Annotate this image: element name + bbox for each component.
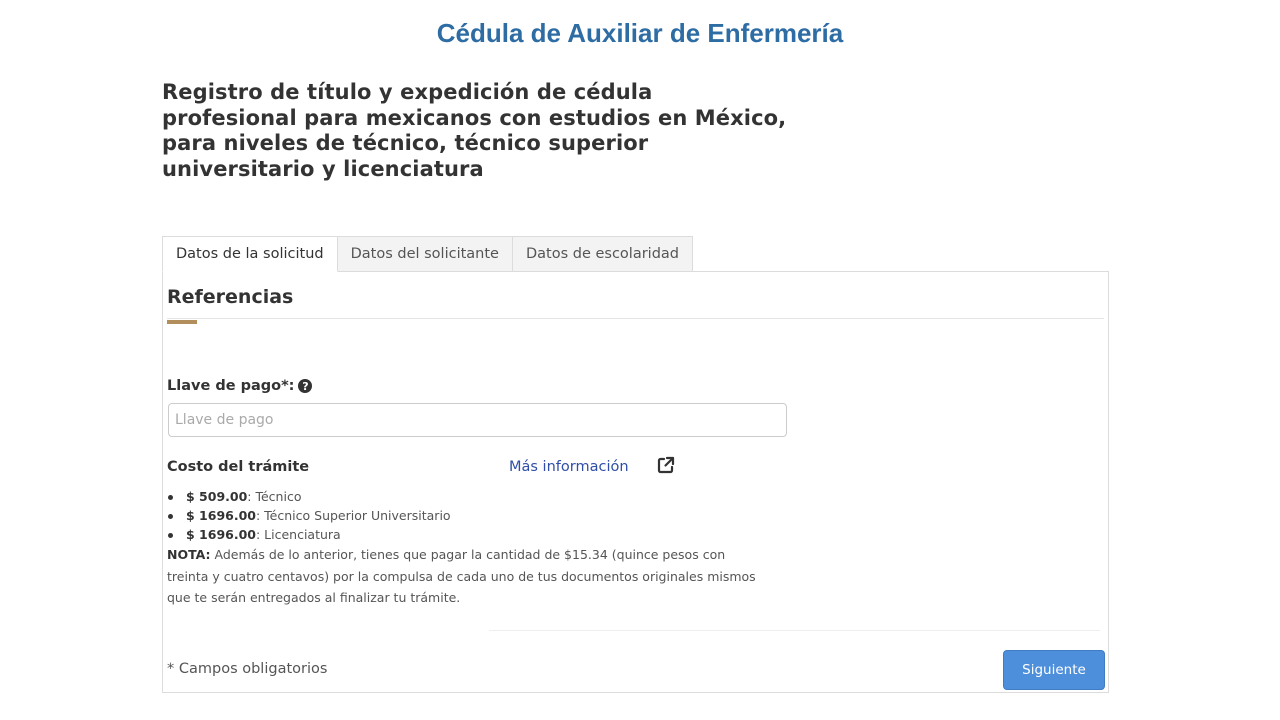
price-item: $ 1696.00: Licenciatura — [168, 525, 451, 544]
page-heading-line: universitario y licenciatura — [162, 156, 484, 181]
required-fields-note: * Campos obligatorios — [167, 661, 328, 677]
cost-label: Costo del trámite — [167, 459, 310, 475]
footer-divider — [489, 630, 1100, 631]
tab-datos-solicitud[interactable]: Datos de la solicitud — [162, 236, 338, 272]
external-link-icon[interactable] — [657, 456, 675, 474]
payment-key-label-text: Llave de pago*: — [167, 378, 295, 394]
more-info-link[interactable]: Más información — [509, 459, 629, 475]
section-accent-bar — [167, 320, 197, 324]
note-text: Además de lo anterior, tienes que pagar … — [167, 547, 756, 605]
tab-datos-escolaridad[interactable]: Datos de escolaridad — [512, 236, 694, 272]
price-level: : Licenciatura — [255, 527, 341, 542]
question-circle-icon[interactable]: ? — [298, 379, 313, 393]
page-heading-line: para niveles de técnico, técnico superio… — [162, 131, 649, 155]
form-tabs: Datos de la solicitud Datos del solicita… — [162, 236, 694, 272]
payment-key-label: Llave de pago*: ? — [167, 378, 313, 394]
price-list: $ 509.00: Técnico $ 1696.00: Técnico Sup… — [167, 487, 451, 544]
next-button[interactable]: Siguiente — [1003, 650, 1105, 690]
payment-key-input[interactable] — [168, 403, 787, 437]
cost-note: NOTA: Además de lo anterior, tienes que … — [167, 544, 767, 609]
section-title: Referencias — [167, 286, 294, 308]
price-level: : Técnico Superior Universitario — [255, 508, 451, 523]
page-heading-line: Registro de título y expedición de cédul… — [162, 80, 653, 104]
price-item: $ 1696.00: Técnico Superior Universitari… — [168, 506, 451, 525]
price-amount: $ 509.00 — [186, 489, 248, 504]
price-amount: $ 1696.00 — [186, 508, 256, 523]
tab-datos-solicitante[interactable]: Datos del solicitante — [337, 236, 513, 272]
form-panel: Referencias Llave de pago*: ? Costo del … — [162, 271, 1109, 693]
page-heading: Registro de título y expedición de cédul… — [162, 80, 822, 182]
page-heading-line: profesional para mexicanos con estudios … — [162, 105, 787, 130]
note-label: NOTA: — [167, 547, 211, 562]
price-item: $ 509.00: Técnico — [168, 487, 451, 506]
price-amount: $ 1696.00 — [186, 527, 256, 542]
price-level: : Técnico — [247, 489, 302, 504]
slide-title: Cédula de Auxiliar de Enfermería — [436, 18, 844, 48]
section-divider — [167, 318, 1104, 319]
